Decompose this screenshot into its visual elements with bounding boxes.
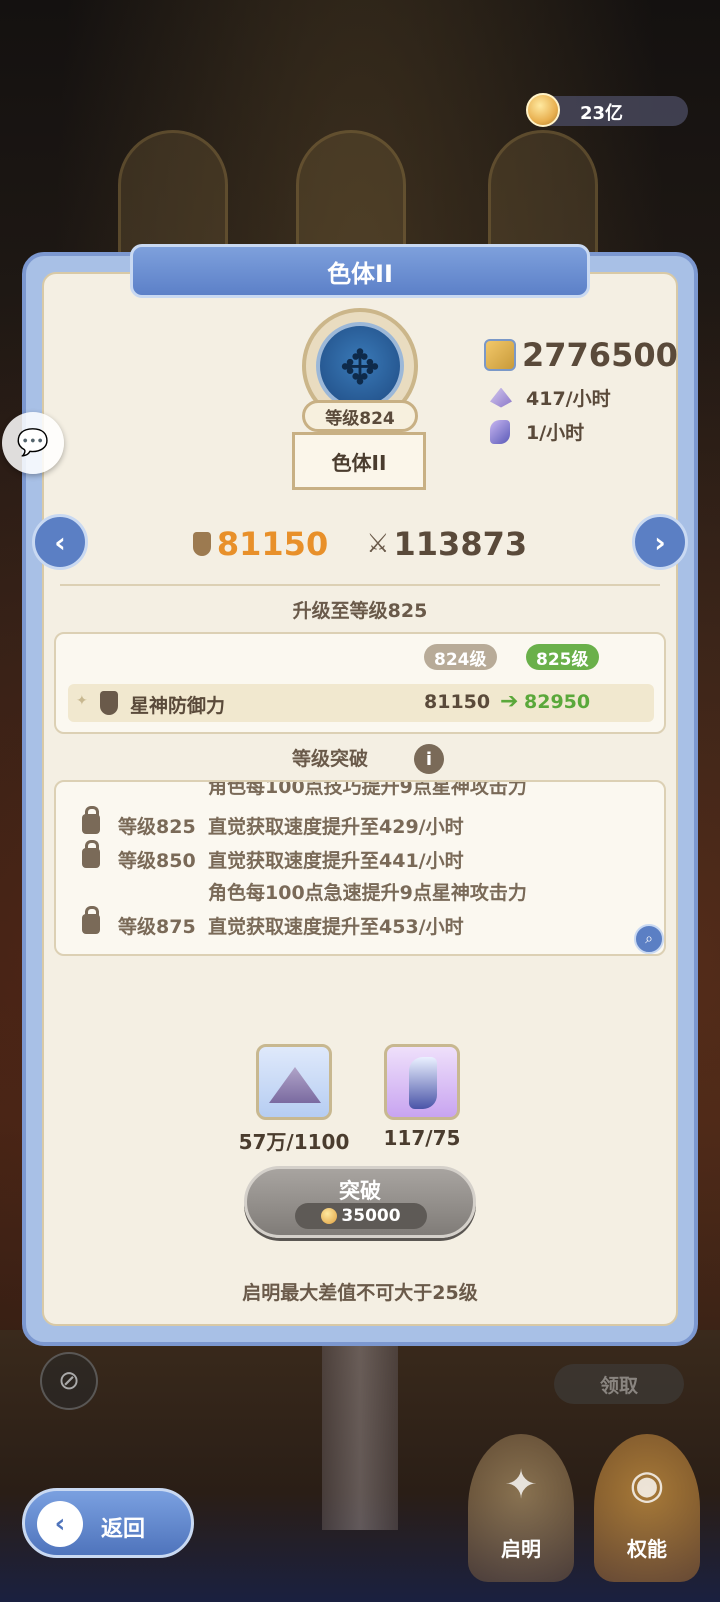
combat-stats: 81150 ⚔ 113873 [0,522,720,566]
breakthrough-list[interactable]: 角色每100点技巧提升9点星神攻击力 等级825 直觉获取速度提升至429/小时… [54,780,666,956]
breakthrough-cost: 35000 [295,1203,427,1229]
coin-icon [321,1208,338,1224]
new-level-badge: 825级 [526,644,599,670]
dolphin-icon [490,419,510,444]
defense-stat: 81150 [192,525,329,563]
background-shrine [488,130,598,260]
attack-value: 113873 [393,525,528,563]
level-plate: 等级824 [302,400,418,432]
currency-display[interactable]: 23亿 [526,93,688,127]
breakthrough-desc: 直觉获取速度提升至453/小时 [208,916,464,938]
lock-icon [82,840,100,868]
tab-qiming[interactable]: ✦ 启明 [468,1434,574,1582]
old-level-badge: 824级 [424,644,497,670]
breakthrough-level: 等级825 [118,816,196,838]
breakthrough-level: 等级875 [118,916,196,938]
emblem-name: 色体II [292,432,426,490]
tab-label: 启明 [501,1537,541,1561]
orb-icon: ◉ [629,1462,665,1508]
breakthrough-line: 等级850 直觉获取速度提升至441/小时 [56,840,664,876]
material-count: 57万/1100 [238,1130,350,1154]
material-slot-dolphin[interactable] [384,1044,460,1120]
bullet-icon: ✦ [76,693,88,709]
background-shrine [296,130,406,260]
coin-icon [526,93,560,127]
breakthrough-level: 等级850 [118,850,196,872]
lock-icon [82,806,100,834]
stat-label: 星神防御力 [130,695,226,717]
tab-quanneng[interactable]: ◉ 权能 [594,1434,700,1582]
power-icon [484,339,516,371]
info-icon[interactable]: i [414,744,444,774]
dolphin-icon [409,1057,437,1109]
back-button[interactable]: ‹ 返回 [22,1488,194,1558]
currency-amount: 23亿 [580,103,624,124]
breakthrough-desc: 直觉获取速度提升至429/小时 [208,816,464,838]
stat-new-value: 82950 [524,691,591,713]
cost-value: 35000 [341,1206,401,1226]
level-gap-note: 启明最大差值不可大于25级 [242,1282,478,1304]
breakthrough-button[interactable]: 突破 35000 [244,1166,476,1238]
material-slot-crystal[interactable] [256,1044,332,1120]
breakthrough-button-label: 突破 [339,1179,381,1203]
defense-value: 81150 [216,525,329,563]
crystal-rate: 417/小时 [490,384,611,411]
material-count: 117/75 [383,1126,461,1150]
crystal-icon [490,387,512,408]
star-icon: ✦ [504,1462,538,1508]
zoom-icon[interactable]: ⌕ [634,924,664,954]
power-stat: 2776500 [484,336,678,374]
shield-icon [100,691,118,715]
upgrade-compare-box: 824级 825级 ✦ 星神防御力 81150 ➔ 82950 [54,632,666,734]
chat-bubble-icon[interactable]: 💬 [2,412,64,474]
breakthrough-line: 角色每100点技巧提升9点星神攻击力 [56,780,664,802]
upgrade-stat-row: ✦ 星神防御力 81150 ➔ 82950 [68,684,654,722]
crystal-pile-icon [269,1067,321,1103]
shield-icon [192,532,211,556]
attack-stat: ⚔ 113873 [366,525,527,563]
background-sword [322,1330,398,1530]
power-value: 2776500 [522,336,678,374]
breakthrough-line: 角色每100点急速提升9点星神攻击力 [56,876,664,908]
hide-ui-eye-icon[interactable]: ⊘ [40,1352,98,1410]
dolphin-rate: 1/小时 [490,418,584,445]
breakthrough-title: 等级突破 [291,748,368,770]
divider [60,584,660,586]
breakthrough-desc: 角色每100点技巧提升9点星神攻击力 [208,780,527,798]
crystal-rate-value: 417/小时 [526,388,611,410]
back-button-label: 返回 [101,1517,146,1542]
emblem-core: ✥ [316,322,404,410]
breakthrough-desc: 直觉获取速度提升至441/小时 [208,850,464,872]
panel-title: 色体II [130,244,590,298]
stat-old-value: 81150 [424,691,491,713]
claim-button[interactable]: 领取 [554,1364,684,1404]
lock-icon [82,906,100,934]
breakthrough-line: 等级825 直觉获取速度提升至429/小时 [56,806,664,842]
breakthrough-desc: 角色每100点急速提升9点星神攻击力 [208,882,527,904]
background-shrine [118,130,228,260]
back-arrow-icon: ‹ [37,1501,83,1547]
upgrade-title: 升级至等级825 [292,600,428,622]
tab-label: 权能 [627,1537,667,1561]
knot-icon: ✥ [339,340,381,396]
crossed-swords-icon: ⚔ [366,529,390,559]
dolphin-rate-value: 1/小时 [526,422,585,444]
arrow-right-icon: ➔ [500,689,519,714]
breakthrough-line: 等级875 直觉获取速度提升至453/小时 [56,906,664,942]
